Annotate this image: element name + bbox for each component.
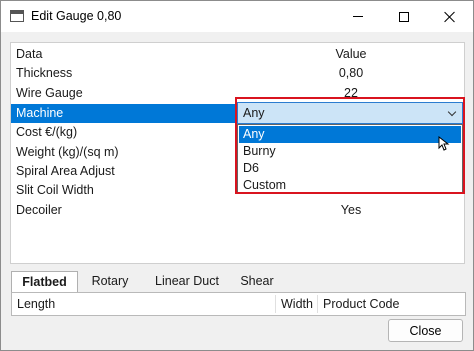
machine-combobox[interactable]: Any [237,102,463,124]
row-label: Wire Gauge [16,86,83,100]
tab-shear[interactable]: Shear [232,271,282,292]
row-value: Yes [340,203,362,217]
chevron-down-icon[interactable] [447,107,457,117]
close-button[interactable]: Close [388,319,463,342]
header-value: Value [335,47,367,61]
row-value: 0,80 [338,66,364,80]
row-label: Weight (kg)/(sq m) [16,145,119,159]
title-bar: Edit Gauge 0,80 [1,1,473,32]
maximize-button[interactable] [381,1,427,32]
property-grid: Data Value Thickness 0,80 Wire Gauge 22 … [10,42,465,264]
minimize-icon [353,16,363,17]
column-header-product-code[interactable]: Product Code [318,295,448,313]
row-label: Slit Coil Width [16,183,94,197]
minimize-button[interactable] [335,1,381,32]
grid-row-wire-gauge[interactable]: Wire Gauge 22 [11,84,464,103]
window-title: Edit Gauge 0,80 [31,9,122,23]
option-custom[interactable]: Custom [239,177,461,194]
tab-strip: Flatbed Rotary Linear Duct Shear [11,271,466,293]
gauge-table: Length Width Product Code [11,292,466,316]
machine-dropdown-list: Any Burny D6 Custom [237,124,463,194]
grid-row-thickness[interactable]: Thickness 0,80 [11,64,464,83]
option-d6[interactable]: D6 [239,160,461,177]
maximize-icon [399,11,409,22]
column-header-length[interactable]: Length [12,295,276,313]
window-icon [10,10,24,22]
grid-header: Data Value [11,45,464,64]
option-burny[interactable]: Burny [239,143,461,160]
tab-linear-duct[interactable]: Linear Duct [142,271,232,292]
machine-combobox-value: Any [243,106,265,120]
edit-gauge-window: Edit Gauge 0,80 Data Value Thickness 0,8… [0,0,474,351]
option-any[interactable]: Any [239,126,461,143]
row-label: Spiral Area Adjust [16,164,115,178]
close-icon [444,11,456,23]
header-data: Data [16,47,43,61]
grid-row-decoiler[interactable]: Decoiler Yes [11,201,464,220]
row-label: Thickness [16,66,73,80]
column-header-width[interactable]: Width [276,295,318,313]
row-value: 22 [344,86,358,100]
tab-rotary[interactable]: Rotary [78,271,142,292]
window-close-button[interactable] [427,1,473,32]
tab-flatbed[interactable]: Flatbed [11,271,78,293]
row-label: Decoiler [16,203,62,217]
row-label: Machine [16,106,64,120]
mouse-cursor-icon [438,136,450,151]
row-label: Cost €/(kg) [16,125,78,139]
